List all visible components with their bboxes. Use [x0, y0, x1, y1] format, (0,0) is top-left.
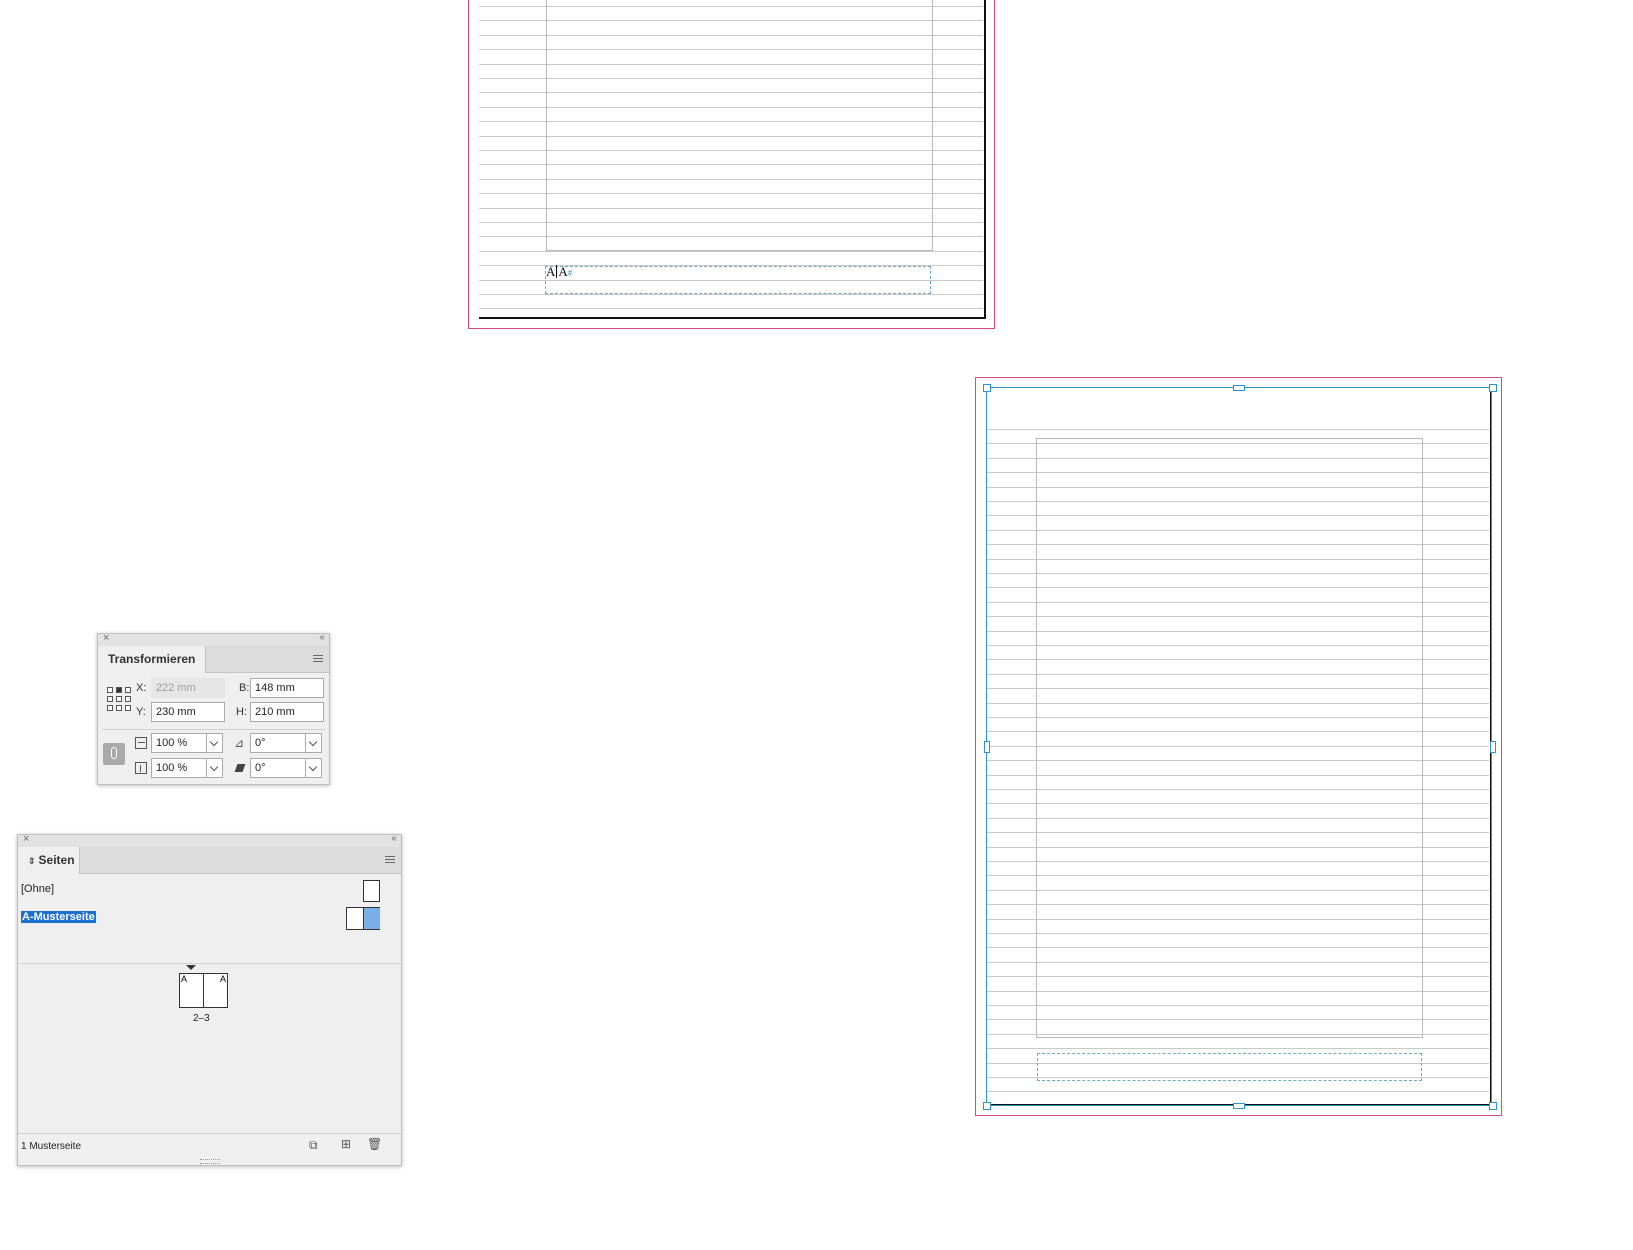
rotate-icon: ⊿: [234, 736, 245, 750]
close-icon[interactable]: ×: [103, 632, 109, 644]
width-label: B:: [239, 682, 250, 694]
constrain-proportions-button[interactable]: [103, 743, 125, 765]
y-field[interactable]: 230 mm: [151, 702, 225, 722]
shear-icon: [234, 764, 246, 772]
panel-divider: [18, 963, 401, 964]
height-field[interactable]: 210 mm: [250, 702, 324, 722]
page-number-marker: A A#: [546, 264, 573, 279]
scale-x-field[interactable]: 100 %: [151, 733, 207, 753]
width-field[interactable]: 148 mm: [250, 678, 324, 698]
tab-seiten-label: Seiten: [38, 853, 75, 867]
spread-thumbnail: [346, 907, 380, 930]
document-page-top[interactable]: A A#: [479, 0, 986, 319]
current-spread-arrow-icon: [186, 965, 196, 970]
selection-handle-top-right[interactable]: [1489, 384, 1497, 392]
y-label: Y:: [136, 706, 146, 718]
link-icon: [111, 747, 117, 759]
tab-transformieren[interactable]: Transformieren: [98, 646, 207, 673]
master-list: [Ohne] A-Musterseite: [18, 874, 401, 964]
rotation-field[interactable]: 0°: [250, 733, 306, 753]
selection-handle-top[interactable]: [1233, 385, 1245, 391]
panel-menu-icon[interactable]: [385, 856, 395, 864]
master-item-label: [Ohne]: [21, 883, 55, 895]
selection-handle-right[interactable]: [1490, 741, 1496, 753]
selection-handle-bottom[interactable]: [1233, 1103, 1245, 1109]
shear-field[interactable]: 0°: [250, 758, 306, 778]
tab-seiten[interactable]: ⇕ Seiten: [18, 847, 80, 874]
master-item-label: A-Musterseite: [21, 911, 96, 923]
spread-label: 2–3: [193, 1013, 210, 1024]
master-letter: A: [219, 974, 226, 984]
collapse-icon[interactable]: ‹‹: [391, 833, 397, 844]
master-item-a[interactable]: A-Musterseite: [18, 906, 401, 932]
spread-2-3[interactable]: A A 2–3: [179, 965, 229, 1028]
scale-y-icon: [135, 762, 147, 774]
x-label: X:: [136, 682, 147, 694]
x-field[interactable]: 222 mm: [151, 678, 225, 698]
scale-x-icon: [135, 737, 147, 749]
selection-frame[interactable]: [986, 387, 1492, 1106]
selection-handle-top-left[interactable]: [983, 384, 991, 392]
scale-y-field[interactable]: 100 %: [151, 758, 207, 778]
rotation-dropdown[interactable]: [306, 733, 322, 753]
panel-divider: [102, 729, 325, 730]
trash-icon[interactable]: 🗑: [367, 1137, 382, 1151]
pages-panel[interactable]: × ‹‹ ⇕ Seiten [Ohne] A-Musterseite A A 2–…: [17, 833, 402, 1166]
panel-menu-icon[interactable]: [313, 655, 323, 663]
tab-row: ⇕ Seiten: [18, 847, 401, 874]
shear-dropdown[interactable]: [306, 758, 322, 778]
baseline-line: [479, 294, 983, 295]
page-thumbnail-left[interactable]: A: [179, 973, 204, 1008]
sort-arrows-icon: ⇕: [28, 856, 36, 866]
footer-text-frame[interactable]: A A#: [545, 264, 931, 294]
selection-handle-bottom-left[interactable]: [983, 1102, 991, 1110]
selection-handle-left[interactable]: [984, 741, 990, 753]
baseline-line: [479, 308, 983, 310]
transform-panel[interactable]: × ‹‹ Transformieren X: 222 mm Y: 230 mm …: [97, 632, 330, 785]
edit-page-size-icon[interactable]: ⧉: [309, 1138, 318, 1153]
status-text: 1 Musterseite: [21, 1141, 82, 1152]
master-item-none[interactable]: [Ohne]: [18, 878, 401, 904]
tab-row: Transformieren: [98, 646, 329, 673]
new-page-icon[interactable]: ⊞: [341, 1137, 351, 1151]
master-letter: A: [181, 974, 188, 984]
collapse-icon[interactable]: ‹‹: [319, 632, 325, 643]
panel-footer: 1 Musterseite ⧉ ⊞ 🗑: [18, 1133, 401, 1160]
reference-point-icon[interactable]: [107, 687, 131, 711]
page-thumbnail-right[interactable]: A: [203, 973, 228, 1008]
scale-x-dropdown[interactable]: [207, 733, 223, 753]
resize-grip[interactable]: [200, 1159, 220, 1164]
close-icon[interactable]: ×: [23, 833, 29, 845]
margin-box: [546, 0, 933, 251]
scale-y-dropdown[interactable]: [207, 758, 223, 778]
height-label: H:: [236, 706, 247, 718]
selection-handle-bottom-right[interactable]: [1489, 1102, 1497, 1110]
single-page-thumbnail: [363, 880, 380, 902]
